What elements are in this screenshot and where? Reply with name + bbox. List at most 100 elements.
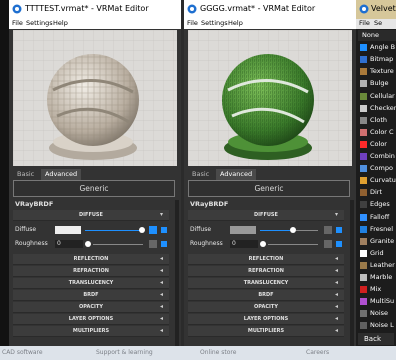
texture-list-item[interactable]: Bitmap <box>358 54 396 65</box>
texture-list-item[interactable]: Bulge <box>358 78 396 89</box>
texture-list-item[interactable]: Falloff <box>358 212 396 223</box>
generic-material-type[interactable]: Generic <box>13 180 175 197</box>
section-translucency[interactable]: TRANSLUCENCY ◂ <box>188 278 344 289</box>
section-refraction[interactable]: REFRACTION ◂ <box>13 266 169 277</box>
enable-checkbox[interactable] <box>336 227 342 233</box>
section-multipliers[interactable]: MULTIPLIERS ◂ <box>188 326 344 337</box>
roughness-slider-handle[interactable] <box>85 241 91 247</box>
footer-link-careers[interactable]: Careers <box>306 349 329 356</box>
chevron-down-icon: ▾ <box>334 211 338 218</box>
menu-file[interactable]: File <box>359 19 370 27</box>
texture-list-item[interactable]: Edges <box>358 199 396 210</box>
texture-list-item[interactable]: Grid <box>358 248 396 259</box>
texture-list-item[interactable]: MultiSu <box>358 296 396 307</box>
left-edge-strip <box>0 0 9 346</box>
section-reflection[interactable]: REFLECTION ◂ <box>188 254 344 265</box>
texture-map-icon[interactable] <box>324 226 332 234</box>
texture-map-icon[interactable] <box>149 226 157 234</box>
tab-advanced[interactable]: Advanced <box>216 169 257 180</box>
texture-list-item[interactable]: Noise L <box>358 320 396 331</box>
roughness-input[interactable]: 0 <box>230 240 258 248</box>
texture-map-icon[interactable] <box>149 240 157 248</box>
chevron-left-icon: ◂ <box>334 291 338 298</box>
texture-list-item[interactable]: Curvatu <box>358 175 396 186</box>
texture-list-item[interactable]: Cloth <box>358 115 396 126</box>
tab-basic[interactable]: Basic <box>13 169 38 180</box>
texture-type-icon <box>360 56 367 64</box>
texture-map-icon[interactable] <box>324 240 332 248</box>
diffuse-color-swatch[interactable] <box>55 226 81 234</box>
slider-track[interactable] <box>296 230 318 231</box>
texture-list-item-label: Cloth <box>370 115 387 124</box>
section-layer-options[interactable]: LAYER OPTIONS ◂ <box>13 314 169 325</box>
menu-file[interactable]: File <box>187 19 198 27</box>
texture-list-item[interactable]: Cellular <box>358 91 396 102</box>
chevron-left-icon: ◂ <box>334 315 338 322</box>
tab-advanced[interactable]: Advanced <box>41 169 82 180</box>
footer-link-store[interactable]: Online store <box>200 349 236 356</box>
menu-help[interactable]: Help <box>53 19 68 27</box>
texture-list-item[interactable]: Color C <box>358 127 396 138</box>
enable-checkbox[interactable] <box>336 241 342 247</box>
texture-type-icon <box>360 128 367 136</box>
scrollbar[interactable] <box>175 200 179 346</box>
texture-list-item[interactable]: None <box>358 30 396 41</box>
section-brdf[interactable]: BRDF ◂ <box>13 290 169 301</box>
section-opacity[interactable]: OPACITY ◂ <box>188 302 344 313</box>
texture-list-item-label: Dirt <box>370 188 383 197</box>
menu-settings[interactable]: Se <box>374 19 382 27</box>
texture-list-item[interactable]: Leather <box>358 260 396 271</box>
left-titlebar: TTTTEST.vrmat* - VRMat Editor <box>9 0 181 19</box>
enable-checkbox[interactable] <box>161 227 167 233</box>
texture-list-item[interactable]: Granite <box>358 236 396 247</box>
diffuse-slider[interactable] <box>85 230 141 231</box>
texture-type-icon <box>360 177 367 185</box>
right-menubar: File Settings Help <box>184 19 356 29</box>
section-reflection[interactable]: REFLECTION ◂ <box>13 254 169 265</box>
chevron-left-icon: ◂ <box>334 267 338 274</box>
enable-checkbox[interactable] <box>161 241 167 247</box>
menu-settings[interactable]: Settings <box>26 19 53 27</box>
menu-file[interactable]: File <box>12 19 23 27</box>
roughness-slider[interactable] <box>268 244 318 245</box>
menu-settings[interactable]: Settings <box>201 19 228 27</box>
texture-list-item[interactable]: Checker <box>358 103 396 114</box>
texture-list-item[interactable]: Mix <box>358 284 396 295</box>
diffuse-slider[interactable] <box>260 230 290 231</box>
section-refraction[interactable]: REFRACTION ◂ <box>188 266 344 277</box>
tab-basic[interactable]: Basic <box>188 169 213 180</box>
menu-help[interactable]: Help <box>228 19 243 27</box>
roughness-slider[interactable] <box>93 244 143 245</box>
vray-app-icon <box>12 4 22 14</box>
diffuse-color-swatch[interactable] <box>230 226 256 234</box>
generic-material-type[interactable]: Generic <box>188 180 350 197</box>
footer-link-support[interactable]: Support & learning <box>96 349 153 356</box>
texture-list-item[interactable]: Dirt <box>358 187 396 198</box>
texture-list-item[interactable]: Noise <box>358 308 396 319</box>
texture-list-item[interactable]: Combin <box>358 151 396 162</box>
back-button[interactable]: Back <box>358 333 394 345</box>
texture-list-item[interactable]: Fresnel <box>358 224 396 235</box>
slider-handle[interactable] <box>139 227 145 233</box>
texture-list-item[interactable]: Texture <box>358 66 396 77</box>
texture-list-item[interactable]: Color <box>358 139 396 150</box>
section-multipliers[interactable]: MULTIPLIERS ◂ <box>13 326 169 337</box>
roughness-input[interactable]: 0 <box>55 240 83 248</box>
texture-list-item-label: Edges <box>370 200 390 209</box>
texture-list-item[interactable]: Marble <box>358 272 396 283</box>
section-brdf[interactable]: BRDF ◂ <box>188 290 344 301</box>
left-editor-window: TTTTEST.vrmat* - VRMat Editor File Setti… <box>9 0 181 346</box>
section-diffuse[interactable]: DIFFUSE ▾ <box>188 210 344 221</box>
material-preview <box>13 30 177 166</box>
texture-list-item[interactable]: Compo <box>358 163 396 174</box>
texture-list-item-label: Cellular <box>370 91 395 100</box>
section-layer-options[interactable]: LAYER OPTIONS ◂ <box>188 314 344 325</box>
texture-list-item[interactable]: Angle B <box>358 42 396 53</box>
roughness-slider-handle[interactable] <box>260 241 266 247</box>
diffuse-row: Diffuse <box>188 226 344 236</box>
footer-link-cad[interactable]: CAD software <box>2 349 43 356</box>
scrollbar[interactable] <box>350 200 354 346</box>
section-opacity[interactable]: OPACITY ◂ <box>13 302 169 313</box>
section-diffuse[interactable]: DIFFUSE ▾ <box>13 210 169 221</box>
section-translucency[interactable]: TRANSLUCENCY ◂ <box>13 278 169 289</box>
